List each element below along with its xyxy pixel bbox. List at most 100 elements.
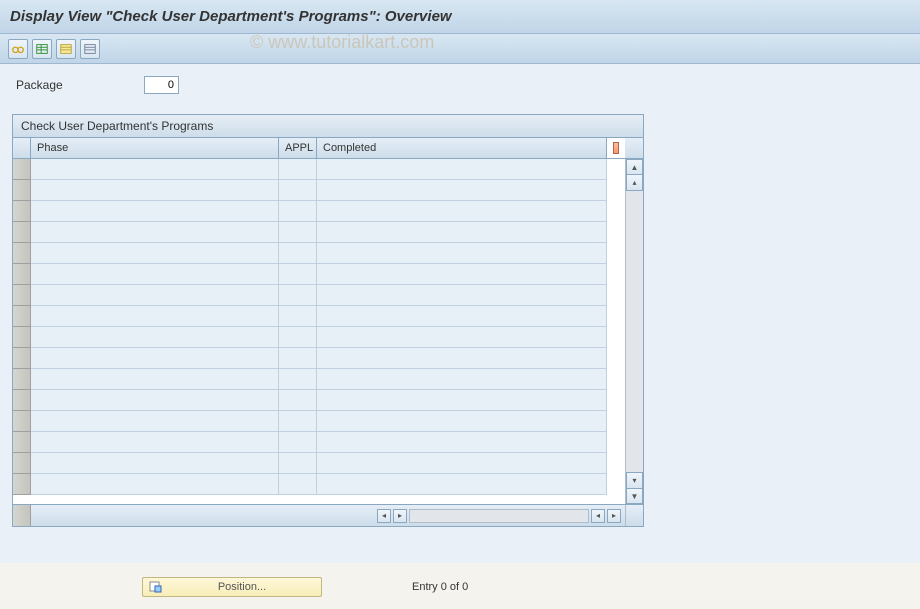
deselect-all-button[interactable] [80, 39, 100, 59]
row-selector[interactable] [13, 159, 31, 180]
row-selector[interactable] [13, 432, 31, 453]
cell-completed[interactable] [317, 453, 607, 474]
cell-appl[interactable] [279, 432, 317, 453]
cell-phase[interactable] [31, 180, 279, 201]
row-selector[interactable] [13, 285, 31, 306]
cell-phase[interactable] [31, 327, 279, 348]
cell-appl[interactable] [279, 222, 317, 243]
table-row[interactable] [13, 243, 625, 264]
cell-phase[interactable] [31, 285, 279, 306]
table-row[interactable] [13, 453, 625, 474]
cell-appl[interactable] [279, 369, 317, 390]
cell-appl[interactable] [279, 474, 317, 495]
cell-appl[interactable] [279, 159, 317, 180]
cell-appl[interactable] [279, 285, 317, 306]
row-selector[interactable] [13, 264, 31, 285]
cell-phase[interactable] [31, 159, 279, 180]
column-config-button[interactable] [607, 138, 625, 158]
cell-completed[interactable] [317, 243, 607, 264]
cell-completed[interactable] [317, 369, 607, 390]
cell-completed[interactable] [317, 327, 607, 348]
table-row[interactable] [13, 411, 625, 432]
row-selector[interactable] [13, 180, 31, 201]
cell-phase[interactable] [31, 264, 279, 285]
row-selector[interactable] [13, 201, 31, 222]
vertical-scrollbar[interactable]: ▲ ▴ ▾ ▼ [625, 159, 643, 504]
column-selector[interactable] [13, 138, 31, 158]
column-completed[interactable]: Completed [317, 138, 607, 158]
cell-appl[interactable] [279, 411, 317, 432]
row-selector[interactable] [13, 327, 31, 348]
table-settings-button[interactable] [32, 39, 52, 59]
cell-completed[interactable] [317, 306, 607, 327]
cell-appl[interactable] [279, 306, 317, 327]
cell-completed[interactable] [317, 264, 607, 285]
scroll-down-step-button[interactable]: ▾ [626, 472, 643, 488]
hscroll-track[interactable] [409, 509, 589, 523]
cell-phase[interactable] [31, 201, 279, 222]
row-selector[interactable] [13, 474, 31, 495]
select-all-button[interactable] [56, 39, 76, 59]
column-phase[interactable]: Phase [31, 138, 279, 158]
cell-phase[interactable] [31, 306, 279, 327]
row-selector[interactable] [13, 411, 31, 432]
cell-completed[interactable] [317, 285, 607, 306]
cell-phase[interactable] [31, 243, 279, 264]
cell-appl[interactable] [279, 201, 317, 222]
table-row[interactable] [13, 201, 625, 222]
hscroll-left-step-button[interactable]: ▸ [393, 509, 407, 523]
hscroll-right-step-button[interactable]: ◂ [591, 509, 605, 523]
table-row[interactable] [13, 369, 625, 390]
cell-completed[interactable] [317, 222, 607, 243]
row-selector[interactable] [13, 243, 31, 264]
cell-phase[interactable] [31, 453, 279, 474]
cell-phase[interactable] [31, 432, 279, 453]
cell-phase[interactable] [31, 474, 279, 495]
cell-phase[interactable] [31, 348, 279, 369]
cell-appl[interactable] [279, 390, 317, 411]
scroll-down-button[interactable]: ▼ [626, 488, 643, 504]
table-row[interactable] [13, 285, 625, 306]
cell-phase[interactable] [31, 390, 279, 411]
table-row[interactable] [13, 432, 625, 453]
cell-completed[interactable] [317, 432, 607, 453]
cell-completed[interactable] [317, 180, 607, 201]
cell-phase[interactable] [31, 222, 279, 243]
table-row[interactable] [13, 180, 625, 201]
row-selector[interactable] [13, 453, 31, 474]
scroll-up-button[interactable]: ▲ [626, 159, 643, 175]
cell-completed[interactable] [317, 474, 607, 495]
table-row[interactable] [13, 222, 625, 243]
cell-completed[interactable] [317, 348, 607, 369]
cell-completed[interactable] [317, 201, 607, 222]
table-row[interactable] [13, 348, 625, 369]
row-selector[interactable] [13, 390, 31, 411]
hscroll-right-button[interactable]: ▸ [607, 509, 621, 523]
row-selector[interactable] [13, 348, 31, 369]
position-button[interactable]: Position... [142, 577, 322, 597]
table-row[interactable] [13, 390, 625, 411]
package-input[interactable] [144, 76, 179, 94]
table-row[interactable] [13, 264, 625, 285]
display-change-button[interactable] [8, 39, 28, 59]
horizontal-scrollbar[interactable]: ◂ ▸ ◂ ▸ [377, 509, 621, 523]
row-selector[interactable] [13, 306, 31, 327]
cell-appl[interactable] [279, 327, 317, 348]
cell-appl[interactable] [279, 180, 317, 201]
cell-appl[interactable] [279, 453, 317, 474]
hscroll-left-button[interactable]: ◂ [377, 509, 391, 523]
cell-completed[interactable] [317, 411, 607, 432]
cell-appl[interactable] [279, 243, 317, 264]
cell-appl[interactable] [279, 348, 317, 369]
scroll-up-step-button[interactable]: ▴ [626, 175, 643, 191]
cell-completed[interactable] [317, 390, 607, 411]
table-row[interactable] [13, 474, 625, 495]
cell-phase[interactable] [31, 411, 279, 432]
row-selector[interactable] [13, 222, 31, 243]
table-row[interactable] [13, 159, 625, 180]
cell-phase[interactable] [31, 369, 279, 390]
table-row[interactable] [13, 327, 625, 348]
row-selector[interactable] [13, 369, 31, 390]
cell-completed[interactable] [317, 159, 607, 180]
table-row[interactable] [13, 306, 625, 327]
